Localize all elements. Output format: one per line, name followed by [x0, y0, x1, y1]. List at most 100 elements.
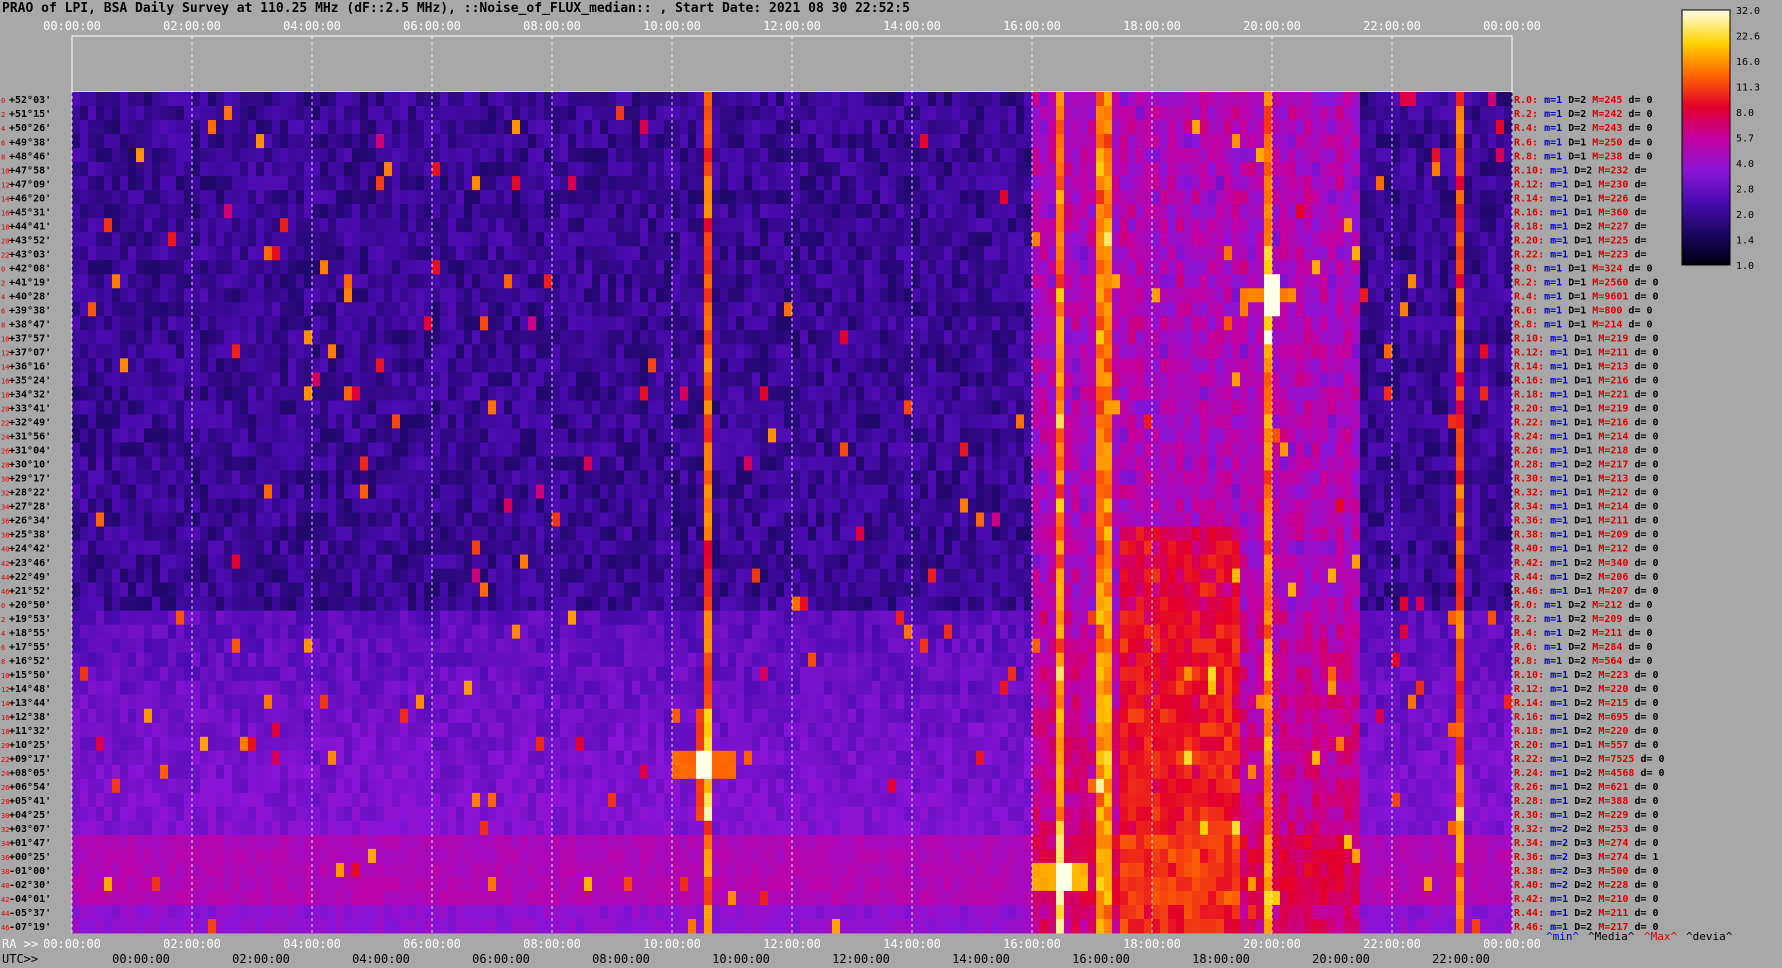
heatmap-cell	[712, 218, 721, 233]
heatmap-cell	[752, 470, 761, 485]
heatmap-cell	[944, 134, 953, 149]
heatmap-cell	[416, 358, 425, 373]
heatmap-cell	[760, 442, 769, 457]
heatmap-cell	[1160, 134, 1169, 149]
heatmap-cell	[1352, 274, 1361, 289]
heatmap-cell	[1376, 386, 1385, 401]
heatmap-cell	[600, 358, 609, 373]
heatmap-cell	[592, 148, 601, 163]
heatmap-cell	[1064, 358, 1073, 373]
heatmap-cell	[480, 92, 489, 107]
heatmap-cell	[304, 260, 313, 275]
heatmap-cell	[456, 162, 465, 177]
heatmap-cell	[96, 190, 105, 205]
heatmap-cell	[360, 92, 369, 107]
heatmap-cell	[624, 148, 633, 163]
heatmap-cell	[752, 344, 761, 359]
heatmap-cell	[296, 358, 305, 373]
heatmap-cell	[984, 344, 993, 359]
heatmap-cell	[656, 288, 665, 303]
heatmap-cell	[592, 358, 601, 373]
heatmap-cell	[1408, 344, 1417, 359]
heatmap-cell	[960, 218, 969, 233]
heatmap-cell	[640, 176, 649, 191]
heatmap-cell	[1192, 134, 1201, 149]
heatmap-cell	[448, 428, 457, 443]
heatmap-cell	[1064, 316, 1073, 331]
heatmap-cell	[1240, 414, 1249, 429]
heatmap-cell	[1248, 176, 1257, 191]
heatmap-cell	[1408, 414, 1417, 429]
heatmap-cell	[216, 148, 225, 163]
heatmap-cell	[992, 106, 1001, 121]
heatmap-cell	[856, 302, 865, 317]
heatmap-cell	[208, 302, 217, 317]
heatmap-cell	[744, 302, 753, 317]
heatmap-cell	[288, 288, 297, 303]
heatmap-cell	[296, 92, 305, 107]
heatmap-cell	[232, 414, 241, 429]
heatmap-cell	[304, 316, 313, 331]
heatmap-cell	[880, 330, 889, 345]
heatmap-cell	[296, 204, 305, 219]
heatmap-cell	[896, 148, 905, 163]
heatmap-cell	[384, 414, 393, 429]
heatmap-cell	[944, 204, 953, 219]
heatmap-cell	[616, 274, 625, 289]
heatmap-cell	[144, 414, 153, 429]
heatmap-cell	[1376, 260, 1385, 275]
heatmap-cell	[1432, 204, 1441, 219]
heatmap-cell	[72, 274, 81, 289]
heatmap-cell	[808, 204, 817, 219]
heatmap-cell	[1120, 330, 1129, 345]
heatmap-cell	[1032, 134, 1041, 149]
heatmap-cell	[1192, 358, 1201, 373]
heatmap-cell	[768, 176, 777, 191]
heatmap-cell	[440, 148, 449, 163]
heatmap-cell	[1168, 372, 1177, 387]
heatmap-cell	[576, 372, 585, 387]
heatmap-cell	[1232, 400, 1241, 415]
heatmap-cell	[384, 344, 393, 359]
heatmap-cell	[848, 274, 857, 289]
heatmap-cell	[392, 386, 401, 401]
heatmap-cell	[1272, 456, 1281, 471]
heatmap-cell	[1040, 274, 1049, 289]
heatmap-cell	[280, 120, 289, 135]
heatmap-cell	[920, 204, 929, 219]
heatmap-cell	[840, 372, 849, 387]
heatmap-cell	[904, 106, 913, 121]
heatmap-cell	[520, 232, 529, 247]
heatmap-cell	[1256, 218, 1265, 233]
heatmap-cell	[1112, 442, 1121, 457]
heatmap-cell	[408, 344, 417, 359]
heatmap-cell	[1448, 134, 1457, 149]
heatmap-cell	[1032, 344, 1041, 359]
heatmap-cell	[1152, 148, 1161, 163]
heatmap-cell	[256, 92, 265, 107]
heatmap-cell	[448, 344, 457, 359]
heatmap-cell	[1368, 92, 1377, 107]
heatmap-cell	[1376, 176, 1385, 191]
heatmap-cell	[1024, 120, 1033, 135]
heatmap-cell	[1168, 428, 1177, 443]
heatmap-cell	[1352, 134, 1361, 149]
heatmap-cell	[1000, 330, 1009, 345]
heatmap-cell	[1128, 456, 1137, 471]
heatmap-cell	[384, 372, 393, 387]
heatmap-cell	[480, 218, 489, 233]
heatmap-cell	[1504, 190, 1513, 205]
heatmap-cell	[1456, 134, 1465, 149]
heatmap-cell	[776, 414, 785, 429]
heatmap-cell	[208, 456, 217, 471]
heatmap-cell	[696, 400, 705, 415]
heatmap-cell	[472, 246, 481, 261]
heatmap-cell	[456, 148, 465, 163]
heatmap-cell	[272, 470, 281, 485]
heatmap-cell	[664, 274, 673, 289]
heatmap-cell	[504, 246, 513, 261]
heatmap-cell	[1168, 246, 1177, 261]
heatmap-cell	[104, 358, 113, 373]
heatmap-cell	[1312, 218, 1321, 233]
heatmap-cell	[608, 162, 617, 177]
